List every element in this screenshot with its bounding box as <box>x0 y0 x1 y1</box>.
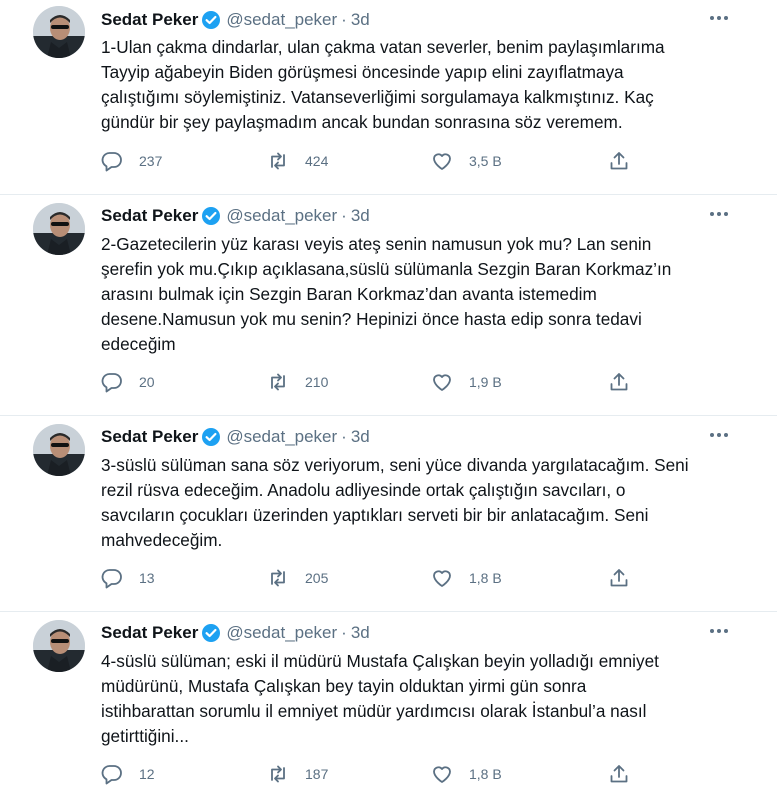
tweet-actions: 13 205 1,8 B <box>101 567 661 589</box>
retweet-icon <box>267 150 289 172</box>
retweet-icon <box>267 567 289 589</box>
tweet-header: Sedat Peker @sedat_peker · 3d <box>101 204 370 228</box>
reply-icon <box>101 567 123 589</box>
tweet-text: 4-süslü sülüman; eski il müdürü Mustafa … <box>101 651 659 746</box>
reply-count: 13 <box>139 570 155 586</box>
share-button[interactable] <box>608 371 630 393</box>
reply-count: 237 <box>139 153 163 169</box>
like-button[interactable]: 1,8 B <box>431 763 502 785</box>
like-count: 3,5 B <box>469 153 502 169</box>
heart-icon <box>431 371 453 393</box>
retweet-count: 205 <box>305 570 329 586</box>
reply-button[interactable]: 13 <box>101 567 155 589</box>
reply-icon <box>101 371 123 393</box>
share-icon <box>608 150 630 172</box>
reply-icon <box>101 763 123 785</box>
author-handle[interactable]: @sedat_peker <box>226 10 337 30</box>
avatar[interactable] <box>33 424 85 476</box>
tweet-text: 1-Ulan çakma dindarlar, ulan çakma vatan… <box>101 37 665 132</box>
tweet-timestamp[interactable]: 3d <box>351 206 370 226</box>
tweet-timestamp[interactable]: 3d <box>351 10 370 30</box>
reply-button[interactable]: 12 <box>101 763 155 785</box>
like-button[interactable]: 1,8 B <box>431 567 502 589</box>
retweet-button[interactable]: 210 <box>267 371 328 393</box>
tweet-feed: Sedat Peker @sedat_peker · 3d 1-Ulan çak… <box>0 0 777 792</box>
retweet-icon <box>267 763 289 785</box>
retweet-count: 187 <box>305 766 329 782</box>
share-icon <box>608 371 630 393</box>
like-count: 1,9 B <box>469 374 502 390</box>
divider <box>0 194 777 195</box>
author-name[interactable]: Sedat Peker <box>101 623 198 643</box>
verified-badge-icon <box>201 10 221 30</box>
divider <box>0 415 777 416</box>
retweet-count: 210 <box>305 374 329 390</box>
verified-badge-icon <box>201 623 221 643</box>
author-handle[interactable]: @sedat_peker <box>226 427 337 447</box>
avatar[interactable] <box>33 620 85 672</box>
like-button[interactable]: 3,5 B <box>431 150 502 172</box>
separator: · <box>341 10 347 29</box>
tweet-text: 2-Gazetecilerin yüz karası veyis ateş se… <box>101 234 672 354</box>
share-button[interactable] <box>608 763 630 785</box>
more-options-icon[interactable] <box>708 7 730 29</box>
share-button[interactable] <box>608 150 630 172</box>
heart-icon <box>431 150 453 172</box>
reply-count: 20 <box>139 374 155 390</box>
retweet-button[interactable]: 424 <box>267 150 328 172</box>
more-options-icon[interactable] <box>708 203 730 225</box>
share-button[interactable] <box>608 567 630 589</box>
like-button[interactable]: 1,9 B <box>431 371 502 393</box>
heart-icon <box>431 763 453 785</box>
tweet-actions: 12 187 1,8 B <box>101 763 661 785</box>
tweet-timestamp[interactable]: 3d <box>351 427 370 447</box>
tweet-header: Sedat Peker @sedat_peker · 3d <box>101 425 370 449</box>
avatar[interactable] <box>33 6 85 58</box>
author-name[interactable]: Sedat Peker <box>101 10 198 30</box>
author-name[interactable]: Sedat Peker <box>101 206 198 226</box>
verified-badge-icon <box>201 427 221 447</box>
more-options-icon[interactable] <box>708 620 730 642</box>
heart-icon <box>431 567 453 589</box>
separator: · <box>341 206 347 225</box>
retweet-button[interactable]: 187 <box>267 763 328 785</box>
like-count: 1,8 B <box>469 570 502 586</box>
author-handle[interactable]: @sedat_peker <box>226 206 337 226</box>
share-icon <box>608 763 630 785</box>
retweet-count: 424 <box>305 153 329 169</box>
tweet-header: Sedat Peker @sedat_peker · 3d <box>101 621 370 645</box>
separator: · <box>341 623 347 642</box>
author-name[interactable]: Sedat Peker <box>101 427 198 447</box>
more-options-icon[interactable] <box>708 424 730 446</box>
verified-badge-icon <box>201 206 221 226</box>
avatar[interactable] <box>33 203 85 255</box>
like-count: 1,8 B <box>469 766 502 782</box>
author-handle[interactable]: @sedat_peker <box>226 623 337 643</box>
reply-button[interactable]: 237 <box>101 150 162 172</box>
reply-count: 12 <box>139 766 155 782</box>
divider <box>0 611 777 612</box>
retweet-button[interactable]: 205 <box>267 567 328 589</box>
retweet-icon <box>267 371 289 393</box>
reply-icon <box>101 150 123 172</box>
tweet-actions: 20 210 1,9 B <box>101 371 661 393</box>
tweet-actions: 237 424 3,5 B <box>101 150 661 172</box>
tweet-header: Sedat Peker @sedat_peker · 3d <box>101 8 370 32</box>
tweet-timestamp[interactable]: 3d <box>351 623 370 643</box>
separator: · <box>341 427 347 446</box>
tweet-text: 3-süslü sülüman sana söz veriyorum, seni… <box>101 455 689 550</box>
share-icon <box>608 567 630 589</box>
reply-button[interactable]: 20 <box>101 371 155 393</box>
